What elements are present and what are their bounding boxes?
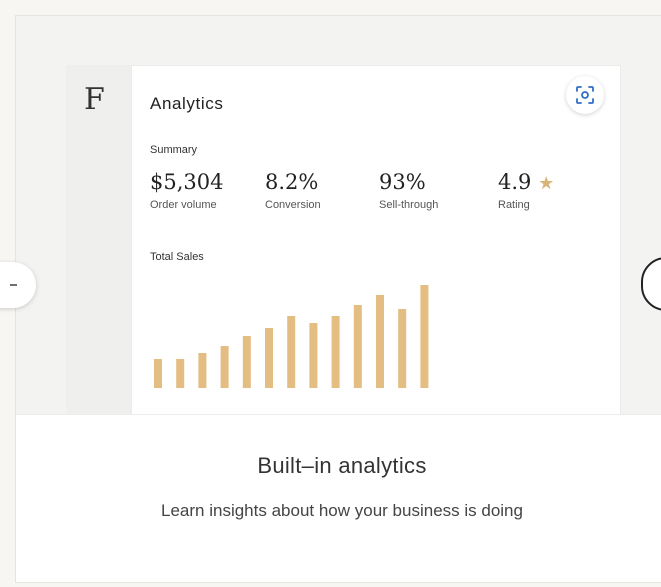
- summary-label: Summary: [150, 144, 198, 156]
- sales-bar: [353, 305, 362, 388]
- analytics-panel: Analytics Summary $5,304 Order volume 8.…: [131, 65, 621, 414]
- chevron-left-icon: [10, 284, 17, 286]
- metric-value: $5,304: [150, 170, 224, 194]
- store-logo: F: [84, 82, 105, 117]
- sales-bar: [176, 359, 185, 388]
- rating-value: 4.9: [498, 170, 532, 194]
- star-icon: ★: [538, 173, 555, 194]
- sales-bar: [376, 295, 384, 388]
- metric-sell-through: 93% Sell-through: [379, 170, 438, 211]
- metric-order-volume: $5,304 Order volume: [150, 170, 223, 211]
- metric-label: Order volume: [150, 199, 217, 211]
- sales-bar: [154, 359, 162, 388]
- app-sidebar: [66, 65, 131, 414]
- feature-media: F Analytics Summary $5,304 Order volume …: [16, 16, 661, 414]
- feature-footer: Built–in analytics Learn insights about …: [16, 414, 661, 582]
- metric-label: Rating: [498, 199, 530, 211]
- scan-zoom-icon: [576, 86, 594, 104]
- feature-title: Built–in analytics: [257, 453, 427, 478]
- sales-bar: [398, 309, 407, 388]
- feature-card: F Analytics Summary $5,304 Order volume …: [15, 15, 661, 583]
- metric-value: 4.9 ★: [498, 170, 554, 194]
- metric-value: 8.2%: [265, 170, 319, 194]
- metric-label: Sell-through: [379, 199, 439, 211]
- sales-bar: [265, 328, 273, 388]
- metric-value: 93%: [379, 170, 426, 194]
- sales-bar: [220, 346, 229, 388]
- sales-bar: [287, 316, 296, 388]
- feature-description: Learn insights about how your business i…: [161, 501, 523, 520]
- sales-bar: [420, 285, 429, 388]
- sales-bar: [198, 353, 207, 388]
- panel-title: Analytics: [150, 94, 224, 113]
- zoom-button[interactable]: [566, 76, 604, 114]
- sales-bar: [309, 323, 318, 388]
- metric-rating: 4.9 ★ Rating: [498, 170, 554, 211]
- sales-bar: [242, 336, 251, 388]
- sales-bar: [331, 316, 340, 388]
- sales-bar-chart: [154, 285, 429, 388]
- metric-label: Conversion: [265, 199, 321, 211]
- metric-conversion: 8.2% Conversion: [265, 170, 321, 211]
